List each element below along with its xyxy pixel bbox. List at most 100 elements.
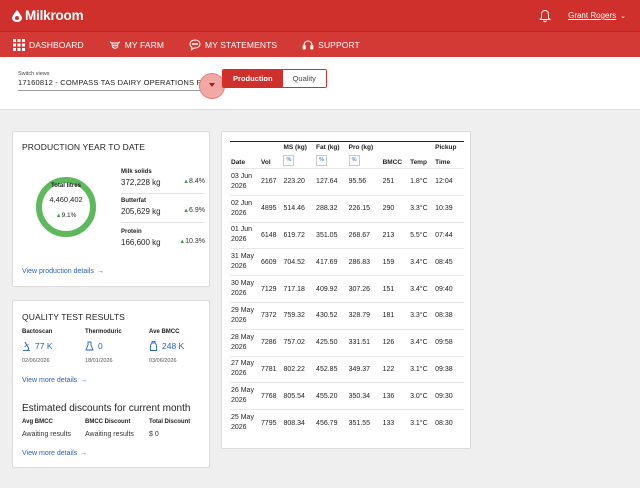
cell-time: 09:58 — [434, 328, 464, 357]
date-year: 2026 — [231, 209, 247, 217]
switch-views-label: Switch views — [18, 71, 50, 77]
col-header-fat: Fat (kg) — [315, 141, 348, 153]
metric-value: 205,629 kg — [121, 207, 161, 216]
switch-views-select[interactable]: 17160812 - COMPASS TAS DAIRY OPERATIONS … — [18, 78, 211, 91]
table-row: 03 Jun 2026 2167 223.20 127.64 95.56 251 1.8°C 1… — [230, 168, 464, 196]
cell-temp: 3.4°C — [409, 248, 435, 276]
ms-percent-toggle-cell: % — [282, 153, 315, 169]
discount-label: Total Discount — [149, 419, 191, 425]
date-year: 2026 — [231, 424, 247, 432]
view-more-details-link[interactable]: View more details → — [22, 377, 87, 384]
production-card-title: PRODUCTION YEAR TO DATE — [22, 142, 146, 152]
cell-pro: 350.34 — [347, 382, 382, 410]
cell-ms: 759.32 — [282, 301, 316, 330]
nav-dashboard[interactable]: DASHBOARD — [13, 32, 84, 58]
col-header-time: Time — [435, 159, 451, 166]
link-label: View more details — [22, 377, 78, 384]
cell-fat: 351.05 — [315, 221, 348, 249]
test-value: 77 K — [35, 341, 53, 351]
cell-ms: 223.20 — [282, 168, 316, 196]
date-year: 2026 — [231, 290, 247, 298]
cell-bmcc: 251 — [381, 168, 410, 196]
cell-fat: 127.64 — [315, 168, 348, 196]
fat-percent-toggle[interactable]: % — [316, 155, 328, 166]
date-day: 26 May — [231, 387, 254, 395]
cell-bmcc: 122 — [381, 355, 410, 383]
metric-pct: ▲8.4% — [183, 178, 205, 187]
test-thermoduric: Thermoduric 0 18/01/2026 — [85, 329, 145, 364]
nav-my-farm[interactable]: MY FARM — [109, 32, 164, 58]
test-label: Thermoduric — [85, 329, 122, 335]
discount-value: Awaiting results — [22, 431, 71, 438]
cell-fat: 409.92 — [315, 275, 348, 303]
headset-icon — [302, 39, 314, 50]
date-year: 2026 — [231, 263, 247, 271]
cell-date: 25 May 2026 — [230, 409, 260, 437]
cell-pro: 307.26 — [347, 275, 382, 303]
quality-toggle-button[interactable]: Quality — [282, 70, 326, 87]
cell-bmcc: 151 — [381, 275, 410, 303]
ring-center: Total litres 4,460,402 ▲9.1% — [35, 176, 97, 238]
divider — [121, 222, 205, 223]
table-row: 26 May 2026 7768 805.54 455.20 350.34 136 3.0°C… — [230, 382, 464, 410]
ms-percent-toggle[interactable]: % — [283, 155, 295, 166]
cell-fat: 452.85 — [315, 355, 348, 383]
table-row: 02 Jun 2026 4895 514.46 288.32 226.15 290 3.3°C… — [230, 194, 464, 223]
cell-temp: 3.3°C — [409, 194, 435, 223]
logo[interactable]: Milkroom — [12, 8, 84, 23]
cell-vol: 7286 — [260, 328, 283, 357]
table-row: 28 May 2026 7286 757.02 425.50 331.51 126 3.4°C… — [230, 328, 464, 357]
test-value-row[interactable]: 248 K — [149, 341, 209, 351]
date-year: 2026 — [231, 397, 247, 405]
user-menu[interactable]: Grant Rogers ⌄ — [568, 11, 626, 20]
bell-icon[interactable] — [538, 9, 552, 23]
flask-icon — [85, 341, 94, 351]
cell-vol: 6148 — [260, 221, 283, 249]
grid-icon — [13, 38, 25, 51]
view-bar: Switch views 17160812 - COMPASS TAS DAIR… — [0, 57, 640, 110]
view-more-details-link[interactable]: View more details → — [22, 450, 87, 457]
cell-time: 09:30 — [434, 382, 464, 410]
cell-ms: 802.22 — [282, 355, 316, 383]
cell-bmcc: 136 — [381, 382, 410, 410]
cell-time: 07:44 — [434, 221, 464, 249]
cell-ms: 757.02 — [282, 328, 316, 357]
cell-ms: 717.18 — [282, 275, 316, 303]
view-production-details-link[interactable]: View production details → — [22, 268, 104, 275]
table-row: 31 May 2026 6609 704.52 417.69 286.83 159 3.4°C… — [230, 248, 464, 276]
cell-vol: 7372 — [260, 301, 283, 330]
link-label: View more details — [22, 450, 78, 457]
nav-dashboard-label: DASHBOARD — [29, 39, 84, 50]
cell-bmcc: 290 — [381, 194, 410, 223]
user-name: Grant Rogers — [568, 11, 617, 20]
production-toggle-button[interactable]: Production — [223, 70, 283, 87]
cell-pro: 349.37 — [347, 355, 382, 383]
test-value-row[interactable]: 77 K — [22, 341, 82, 351]
test-label: Bactoscan — [22, 329, 53, 335]
date-year: 2026 — [231, 182, 247, 190]
nav-support[interactable]: SUPPORT — [302, 32, 360, 58]
pro-percent-toggle[interactable]: % — [348, 155, 360, 166]
table-row: 30 May 2026 7129 717.18 409.92 307.26 151 3.4°C… — [230, 275, 464, 303]
date-year: 2026 — [231, 236, 247, 244]
arrow-right-icon: → — [96, 268, 104, 275]
test-value: 0 — [98, 341, 103, 351]
cell-pro: 226.15 — [347, 194, 382, 223]
nav-support-label: SUPPORT — [318, 39, 360, 50]
date-year: 2026 — [231, 370, 247, 378]
metric-pct-value: 10.3% — [185, 238, 205, 245]
test-value-row[interactable]: 0 — [85, 341, 145, 351]
cell-date: 30 May 2026 — [230, 275, 260, 303]
cell-temp: 5.5°C — [409, 221, 435, 249]
metric-milk-solids: Milk solids 372,228 kg ▲8.4% — [121, 169, 205, 187]
date-day: 28 May — [231, 333, 254, 341]
col-header-temp: Temp — [410, 159, 427, 166]
nav-my-statements[interactable]: MY STATEMENTS — [189, 32, 277, 58]
cell-fat: 425.50 — [315, 328, 348, 357]
logo-text: Milkroom — [25, 8, 84, 23]
table-row: 29 May 2026 7372 759.32 430.52 328.79 181 3.3°C… — [230, 301, 464, 330]
pro-percent-toggle-cell: % — [348, 153, 382, 169]
cell-fat: 455.20 — [315, 382, 348, 410]
col-header-date: Date — [231, 159, 246, 166]
chevron-down-icon: ⌄ — [620, 12, 626, 20]
